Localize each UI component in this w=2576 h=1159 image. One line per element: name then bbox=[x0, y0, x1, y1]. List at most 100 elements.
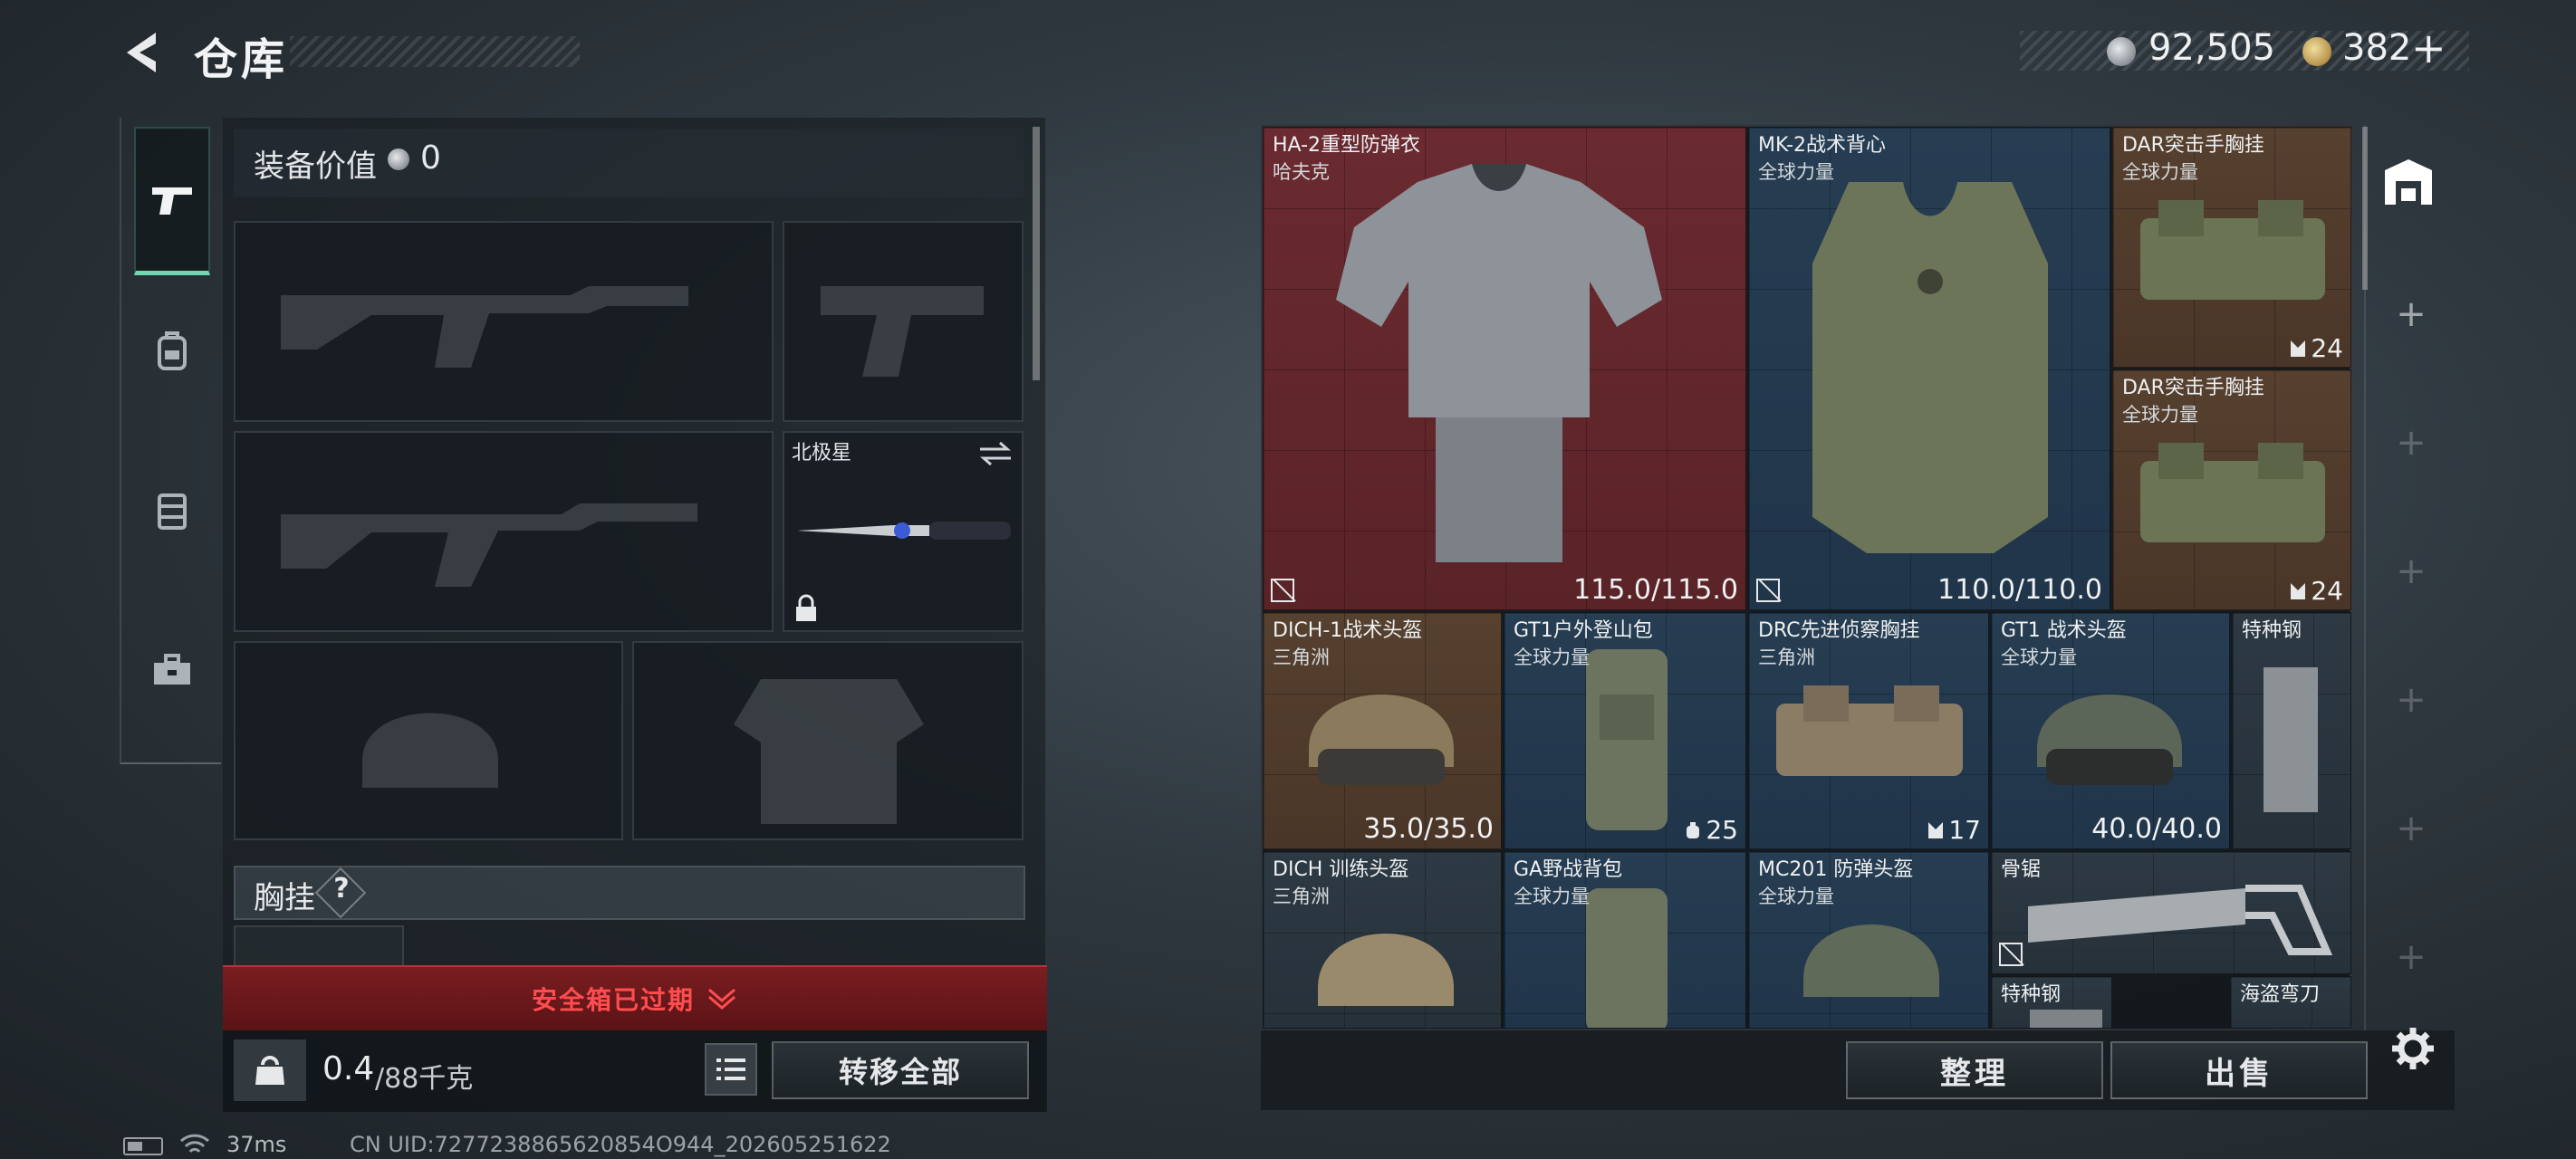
helmet-image bbox=[2037, 694, 2182, 785]
pistol-icon bbox=[152, 187, 192, 215]
pistol-silhouette-icon bbox=[821, 286, 984, 377]
nav-weapons[interactable] bbox=[134, 127, 210, 275]
item-name: DICH-1战术头盔 bbox=[1273, 619, 1423, 642]
melee-slot[interactable]: 北极星 bbox=[783, 431, 1024, 632]
item-brand: 全球力量 bbox=[1758, 886, 1834, 907]
warehouse-icon bbox=[2385, 159, 2432, 205]
backpack-image bbox=[1586, 649, 1668, 830]
backpack-icon bbox=[158, 331, 187, 370]
item-brand: 全球力量 bbox=[2122, 404, 2198, 426]
secondary-weapon-slot[interactable] bbox=[234, 431, 774, 632]
primary-weapon-slot[interactable] bbox=[234, 221, 774, 422]
locked-warehouse-tab[interactable]: + bbox=[2393, 422, 2429, 464]
swap-icon[interactable] bbox=[978, 440, 1013, 467]
helmet-image bbox=[1309, 694, 1454, 785]
item-brand: 三角洲 bbox=[1758, 647, 1815, 668]
warehouse-item-gt1-helmet[interactable]: GT1 战术头盔 全球力量 40.0/40.0 bbox=[1991, 612, 2230, 849]
warehouse-item-drc-rig[interactable]: DRC先进侦察胸挂 三角洲 17 bbox=[1748, 612, 1989, 849]
chest-rig-image bbox=[1776, 685, 1963, 776]
gold-amount: 382 bbox=[2342, 27, 2412, 69]
locked-warehouse-tab[interactable]: + bbox=[2393, 551, 2429, 592]
settings-button[interactable] bbox=[2386, 1021, 2440, 1076]
equipment-value: 0 bbox=[420, 139, 441, 177]
no-trade-icon bbox=[1756, 579, 1780, 602]
item-brand: 全球力量 bbox=[2001, 647, 2077, 668]
steel-plate-image bbox=[2264, 667, 2318, 812]
item-capacity: 24 bbox=[2289, 576, 2343, 606]
sell-button[interactable]: 出售 bbox=[2110, 1041, 2368, 1099]
warehouse-tab-main[interactable] bbox=[2377, 150, 2440, 214]
item-brand: 三角洲 bbox=[1273, 647, 1330, 668]
item-durability: 110.0/110.0 bbox=[1937, 574, 2102, 606]
warehouse-item-special-steel[interactable]: 特种钢 bbox=[1991, 976, 2112, 1029]
item-capacity: 24 bbox=[2289, 333, 2343, 363]
nav-backpack[interactable] bbox=[134, 277, 210, 426]
warehouse-item-pirate-cutlass[interactable]: 海盗弯刀 bbox=[2230, 976, 2351, 1029]
add-gold-button[interactable]: + bbox=[2411, 24, 2446, 72]
helmet-slot[interactable] bbox=[234, 641, 623, 840]
transfer-all-button[interactable]: 转移全部 bbox=[772, 1041, 1029, 1099]
melee-item-name: 北极星 bbox=[792, 442, 852, 465]
gold-coin-icon bbox=[2302, 37, 2331, 66]
vest-icon bbox=[158, 493, 187, 530]
scrollbar[interactable] bbox=[2362, 127, 2368, 290]
nav-toolbox[interactable] bbox=[134, 596, 210, 744]
locked-warehouse-tab[interactable]: + bbox=[2393, 936, 2429, 978]
warehouse-item-dich1-helmet[interactable]: DICH-1战术头盔 三角洲 35.0/35.0 bbox=[1263, 612, 1502, 849]
item-name: DICH 训练头盔 bbox=[1273, 858, 1409, 881]
item-durability: 35.0/35.0 bbox=[1363, 813, 1494, 845]
armor-slot[interactable] bbox=[632, 641, 1024, 840]
locked-warehouse-tab[interactable]: + bbox=[2393, 679, 2429, 721]
knife-image bbox=[797, 522, 1011, 540]
warehouse-item-special-steel[interactable]: 特种钢 bbox=[2232, 612, 2351, 849]
nav-vest[interactable] bbox=[134, 436, 210, 585]
item-name: DAR突击手胸挂 bbox=[2122, 377, 2264, 399]
scrollbar[interactable] bbox=[1033, 127, 1040, 380]
safebox-status: 安全箱已过期 bbox=[531, 985, 695, 1015]
item-brand: 全球力量 bbox=[1758, 161, 1834, 183]
toolbox-icon bbox=[154, 654, 190, 685]
chest-rig-label: 胸挂 bbox=[254, 880, 315, 916]
chest-rig-image bbox=[2140, 443, 2325, 542]
item-brand: 哈夫克 bbox=[1273, 161, 1330, 183]
list-view-button[interactable] bbox=[705, 1043, 757, 1096]
warehouse-item-mk2-vest[interactable]: MK-2战术背心 全球力量 110.0/110.0 bbox=[1748, 127, 2110, 610]
no-trade-icon bbox=[1271, 579, 1294, 602]
backpack-image bbox=[1586, 888, 1668, 1028]
kettlebell-icon bbox=[255, 1056, 284, 1085]
uid-text: CN UID:7277238865620854O944_202605251622 bbox=[350, 1132, 891, 1157]
warehouse-item-dar-rig[interactable]: DAR突击手胸挂 全球力量 24 bbox=[2112, 369, 2351, 610]
warehouse-item-dar-rig[interactable]: DAR突击手胸挂 全球力量 24 bbox=[2112, 127, 2351, 368]
warehouse-item-ha2-armor[interactable]: HA-2重型防弹衣 哈夫克 115.0/115.0 bbox=[1263, 127, 1746, 610]
weight-current: 0.4 bbox=[322, 1050, 375, 1087]
help-icon[interactable]: ? bbox=[328, 873, 355, 905]
tactical-vest-image bbox=[1812, 182, 2048, 553]
page-title: 仓库 bbox=[194, 34, 289, 85]
item-capacity: 17 bbox=[1927, 815, 1981, 845]
heavy-armor-image bbox=[1336, 164, 1662, 562]
warehouse-item-dich-training-helmet[interactable]: DICH 训练头盔 三角洲 bbox=[1263, 851, 1502, 1029]
chest-rig-slot[interactable] bbox=[234, 925, 404, 969]
helmet-silhouette-icon bbox=[362, 713, 498, 788]
warehouse-item-ga-backpack[interactable]: GA野战背包 全球力量 bbox=[1504, 851, 1746, 1029]
rifle-silhouette-icon bbox=[281, 503, 697, 587]
item-name: GT1 战术头盔 bbox=[2001, 619, 2127, 642]
item-durability: 40.0/40.0 bbox=[2091, 813, 2222, 845]
add-warehouse-tab-button[interactable]: + bbox=[2393, 293, 2429, 335]
item-brand: 全球力量 bbox=[1514, 647, 1590, 668]
warehouse-item-gt1-backpack[interactable]: GT1户外登山包 全球力量 25 bbox=[1504, 612, 1746, 849]
equipment-value-label: 装备价值 bbox=[254, 148, 377, 185]
back-button[interactable] bbox=[116, 25, 167, 80]
lock-icon bbox=[796, 594, 816, 621]
warehouse-item-bone-saw[interactable]: 骨锯 bbox=[1991, 851, 2351, 974]
item-name: MC201 防弹头盔 bbox=[1758, 858, 1914, 881]
item-name: 特种钢 bbox=[2001, 983, 2062, 1006]
safebox-expired-banner[interactable]: 安全箱已过期 bbox=[223, 965, 1047, 1030]
left-category-nav bbox=[120, 118, 221, 764]
steel-plate-image bbox=[2030, 1010, 2102, 1028]
silver-coin-icon bbox=[388, 148, 409, 170]
locked-warehouse-tab[interactable]: + bbox=[2393, 808, 2429, 849]
warehouse-item-mc201-helmet[interactable]: MC201 防弹头盔 全球力量 bbox=[1748, 851, 1989, 1029]
sidearm-slot[interactable] bbox=[783, 221, 1024, 422]
sort-button[interactable]: 整理 bbox=[1846, 1041, 2103, 1099]
